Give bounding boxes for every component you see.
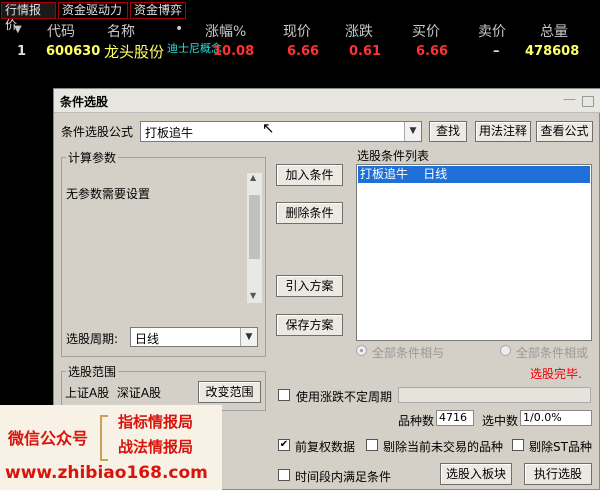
row-name: 龙头股份 [104, 43, 165, 61]
radio-and[interactable] [356, 345, 367, 356]
use-period-checkbox[interactable] [278, 389, 290, 401]
col-volume[interactable]: 总量 [540, 21, 568, 41]
col-bid[interactable]: 买价 [412, 21, 440, 41]
formula-label: 条件选股公式 [61, 125, 134, 139]
count-value: 4716 [436, 410, 474, 426]
row-change-pct: 10.08 [213, 44, 255, 59]
params-text: 无参数需要设置 [66, 187, 151, 201]
tab-quotes[interactable]: 行情报价 [1, 2, 56, 32]
formula-value: 打板追牛 [145, 126, 194, 140]
row-volume: 478608 [525, 44, 580, 59]
params-group: 计算参数 无参数需要设置 ▲ ▼ 选股周期: 日线 ▼ [61, 149, 266, 357]
radio-or-label: 全部条件相或 [516, 346, 589, 360]
tab-capital-game[interactable]: 资金博弈 [130, 2, 186, 19]
exclude-untraded-label: 剔除当前未交易的品种 [383, 440, 504, 454]
row-index: 1 [17, 44, 27, 59]
period-meet-label: 时间段内满足条件 [295, 470, 392, 484]
usage-button[interactable]: 用法注释 [475, 121, 531, 142]
condition-list[interactable]: 打板追牛 日线 [356, 164, 592, 341]
col-change-pct[interactable]: 涨幅% [205, 21, 246, 41]
col-name[interactable]: 名称 [107, 21, 135, 41]
add-condition-button[interactable]: 加入条件 [276, 164, 343, 186]
watermark-url: www.zhibiao168.com [5, 463, 208, 483]
row-code: 600630 [46, 44, 101, 59]
col-change[interactable]: 涨跌 [345, 21, 373, 41]
period-combo[interactable]: 日线 ▼ [130, 327, 258, 347]
bracket-icon [100, 415, 108, 461]
selected-value: 1/0.0% [520, 410, 592, 426]
execute-select-button[interactable]: 执行选股 [524, 463, 592, 485]
col-price[interactable]: 现价 [283, 21, 311, 41]
row-change: 0.61 [349, 44, 382, 59]
view-formula-button[interactable]: 查看公式 [536, 121, 593, 142]
exclude-st-checkbox[interactable] [512, 439, 524, 451]
maximize-icon[interactable] [582, 96, 594, 107]
col-dot: • [175, 21, 184, 37]
status-text: 选股完毕. [530, 367, 582, 381]
minimize-icon[interactable]: — [563, 92, 576, 107]
use-period-label: 使用涨跌不定周期 [296, 390, 393, 404]
period-input[interactable] [398, 387, 591, 403]
import-plan-button[interactable]: 引入方案 [276, 275, 343, 297]
range-group-title: 选股范围 [66, 363, 119, 380]
col-code[interactable]: 代码 [47, 21, 75, 41]
range-text: 上证A股 深证A股 [65, 386, 162, 400]
change-range-button[interactable]: 改变范围 [198, 381, 261, 403]
selected-label: 选中数 [482, 414, 519, 428]
chevron-down-icon[interactable]: ▼ [240, 328, 257, 346]
list-item[interactable]: 打板追牛 日线 [358, 166, 590, 183]
col-ask[interactable]: 卖价 [478, 21, 506, 41]
watermark-wechat: 微信公众号 [8, 429, 89, 448]
row-bid: 6.66 [416, 44, 449, 59]
tab-capital-driver[interactable]: 资金驱动力 [58, 2, 128, 19]
dialog-titlebar[interactable]: 条件选股 — [54, 89, 600, 113]
delete-condition-button[interactable]: 删除条件 [276, 202, 343, 224]
find-button[interactable]: 查找 [429, 121, 467, 142]
row-ask: – [493, 44, 500, 59]
formula-combo[interactable]: 打板追牛 ▼ [140, 121, 422, 142]
dialog-title: 条件选股 [60, 95, 109, 109]
scroll-up-icon[interactable]: ▲ [250, 173, 256, 182]
scroll-thumb[interactable] [249, 195, 260, 259]
chevron-down-icon[interactable]: ▼ [404, 122, 421, 141]
params-group-title: 计算参数 [66, 149, 119, 166]
row-price: 6.66 [287, 44, 320, 59]
save-plan-button[interactable]: 保存方案 [276, 314, 343, 336]
adjust-checkbox[interactable]: ✔ [278, 439, 290, 451]
mouse-cursor-icon: ↖ [262, 119, 275, 137]
tab-bar: 行情报价 资金驱动力 资金博弈 [0, 0, 600, 32]
radio-or[interactable] [500, 345, 511, 356]
exclude-st-label: 剔除ST品种 [529, 440, 592, 454]
period-meet-checkbox[interactable] [278, 469, 290, 481]
watermark-tag1: 指标情报局 [118, 413, 194, 431]
exclude-untraded-checkbox[interactable] [366, 439, 378, 451]
radio-and-label: 全部条件相与 [372, 346, 445, 360]
period-value: 日线 [135, 332, 160, 346]
period-label: 选股周期: [66, 332, 119, 346]
params-scrollbar[interactable]: ▲ ▼ [247, 173, 262, 303]
watermark-tag2: 战法情报局 [118, 438, 194, 456]
adjust-label: 前复权数据 [295, 440, 356, 454]
add-to-board-button[interactable]: 选股入板块 [440, 463, 512, 485]
scroll-down-icon[interactable]: ▼ [250, 291, 256, 300]
sort-arrow-icon[interactable]: ▼ [14, 24, 22, 35]
watermark: 微信公众号 指标情报局 战法情报局 www.zhibiao168.com [0, 405, 222, 490]
condition-list-label: 选股条件列表 [357, 149, 430, 163]
count-label: 品种数 [398, 414, 435, 428]
